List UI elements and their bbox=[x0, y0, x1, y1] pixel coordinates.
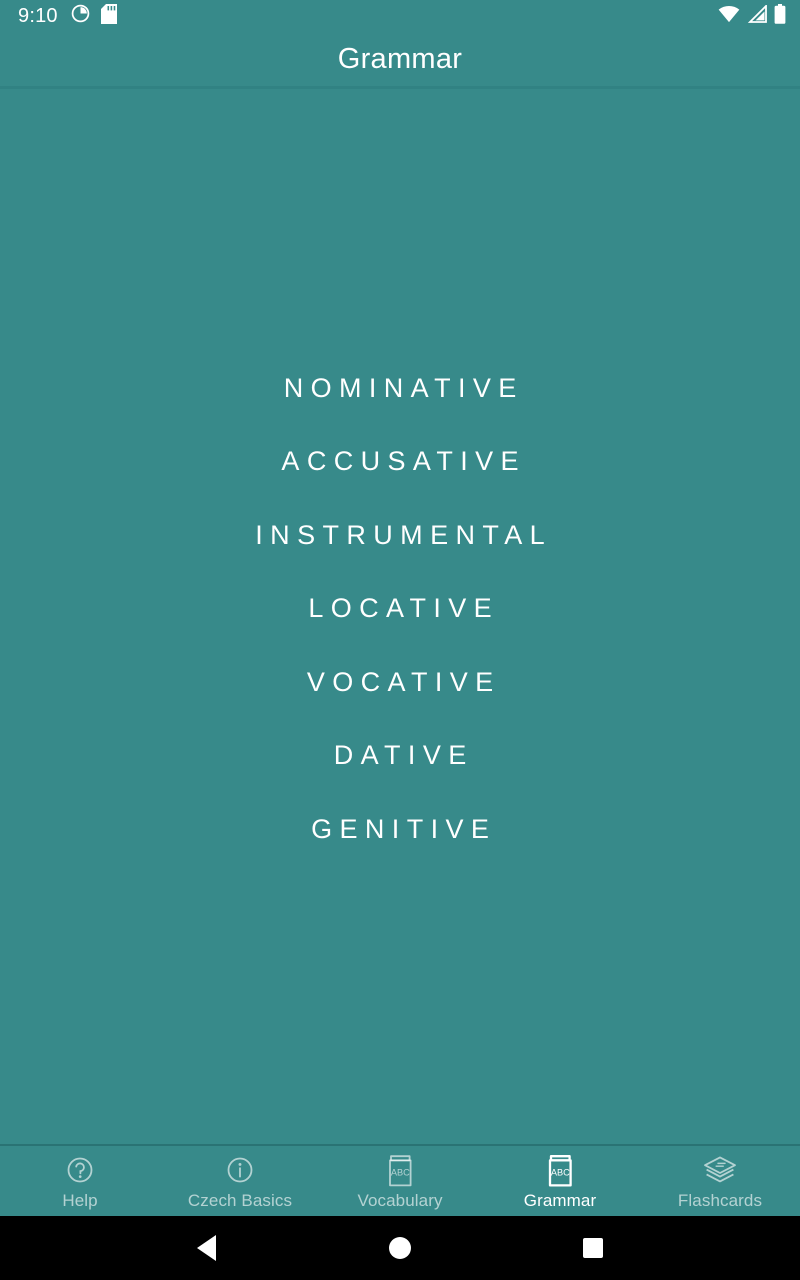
home-circle-icon bbox=[388, 1237, 411, 1259]
wifi-icon bbox=[718, 5, 740, 28]
stacked-cards-icon bbox=[703, 1154, 737, 1188]
nav-item-vocabulary[interactable]: ABC Vocabulary bbox=[320, 1146, 480, 1216]
nav-item-flashcards[interactable]: Flashcards bbox=[640, 1146, 800, 1216]
nav-item-grammar[interactable]: ABC Grammar bbox=[480, 1146, 640, 1216]
app-bar-divider bbox=[0, 86, 800, 89]
grammar-case-item[interactable]: ACCUSATIVE bbox=[0, 425, 800, 499]
svg-text:ABC: ABC bbox=[551, 1167, 570, 1177]
question-circle-icon bbox=[64, 1154, 96, 1188]
phone-screen: 9:10 Grammar NOMINATIVE ACCUSATIVE INSTR… bbox=[0, 0, 800, 1280]
abc-book-icon: ABC bbox=[545, 1154, 575, 1188]
nav-item-label: Vocabulary bbox=[357, 1190, 443, 1210]
nav-item-label: Grammar bbox=[523, 1190, 597, 1210]
info-circle-icon bbox=[224, 1154, 256, 1188]
status-time: 9:10 bbox=[18, 5, 58, 27]
svg-text:ABC: ABC bbox=[391, 1167, 410, 1177]
grammar-case-item[interactable]: LOCATIVE bbox=[0, 572, 800, 646]
status-bar: 9:10 bbox=[0, 0, 800, 32]
grammar-case-list: NOMINATIVE ACCUSATIVE INSTRUMENTAL LOCATIVE… bbox=[0, 351, 800, 866]
battery-icon bbox=[774, 3, 786, 29]
back-triangle-icon bbox=[197, 1235, 217, 1261]
abc-book-icon: ABC bbox=[385, 1154, 415, 1188]
grammar-case-item[interactable]: VOCATIVE bbox=[0, 645, 800, 719]
grammar-case-item[interactable]: INSTRUMENTAL bbox=[0, 498, 800, 572]
nav-item-help[interactable]: Help bbox=[0, 1146, 160, 1216]
sd-card-icon bbox=[100, 3, 117, 29]
app-bar: Grammar bbox=[0, 32, 800, 86]
cellular-signal-icon bbox=[747, 3, 767, 28]
main-content: NOMINATIVE ACCUSATIVE INSTRUMENTAL LOCATIVE… bbox=[0, 89, 800, 1144]
data-usage-icon bbox=[71, 4, 90, 28]
status-left-icons bbox=[71, 3, 117, 29]
recents-square-icon bbox=[583, 1238, 604, 1258]
bottom-navigation-bar: Help Czech Basics ABC Vocabulary ABC Grammar F… bbox=[0, 1144, 800, 1216]
page-title: Grammar bbox=[337, 42, 463, 75]
nav-item-czech-basics[interactable]: Czech Basics bbox=[160, 1146, 320, 1216]
nav-item-label: Flashcards bbox=[677, 1190, 763, 1210]
grammar-case-item[interactable]: DATIVE bbox=[0, 719, 800, 793]
nav-item-label: Help bbox=[62, 1190, 98, 1210]
grammar-case-item[interactable]: NOMINATIVE bbox=[0, 351, 800, 425]
recents-button[interactable] bbox=[563, 1228, 623, 1268]
nav-item-label: Czech Basics bbox=[187, 1190, 293, 1210]
grammar-case-item[interactable]: GENITIVE bbox=[0, 792, 800, 866]
status-right-icons bbox=[718, 3, 786, 29]
home-button[interactable] bbox=[370, 1228, 430, 1268]
android-system-navigation bbox=[0, 1216, 800, 1280]
back-button[interactable] bbox=[177, 1228, 237, 1268]
